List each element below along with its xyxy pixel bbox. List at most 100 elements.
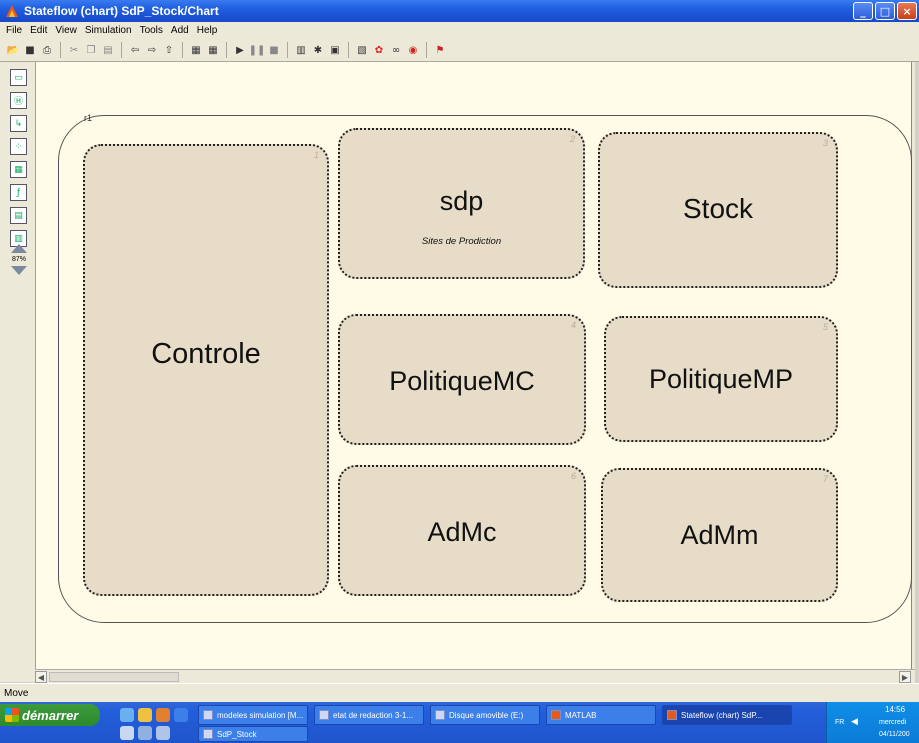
debug-icon[interactable]: ✱ bbox=[311, 43, 325, 57]
clock-date: 04/11/200 bbox=[879, 731, 910, 738]
menu-add[interactable]: Add bbox=[167, 25, 193, 36]
zoom-level: 87% bbox=[11, 256, 26, 263]
cut-icon[interactable]: ✂ bbox=[67, 43, 81, 57]
forward-icon[interactable]: ⇨ bbox=[145, 43, 159, 57]
horizontal-scrollbar[interactable]: ◀ ▶ bbox=[35, 669, 915, 683]
state-name: Stock bbox=[682, 193, 754, 224]
state-number: 7 bbox=[822, 474, 828, 484]
stop-icon[interactable]: ■ bbox=[267, 43, 281, 57]
menu-file[interactable]: File bbox=[2, 25, 26, 36]
task-sdp-stock[interactable]: SdP_Stock bbox=[198, 726, 308, 742]
task-disque-amovible[interactable]: Disque amovible (E:) bbox=[430, 705, 540, 725]
task-label: SdP_Stock bbox=[217, 729, 257, 739]
pause-icon[interactable]: ❚❚ bbox=[249, 43, 266, 57]
menu-help[interactable]: Help bbox=[193, 25, 222, 36]
state-politiquemc[interactable]: 4 PolitiqueMC bbox=[338, 314, 586, 445]
default-transition-icon[interactable]: ↳ bbox=[10, 115, 27, 132]
tray-expand-icon[interactable]: ◀ bbox=[851, 716, 858, 727]
task-matlab[interactable]: MATLAB bbox=[546, 705, 656, 725]
up-icon[interactable]: ⇧ bbox=[162, 43, 176, 57]
connective-junction-icon[interactable]: ⁘ bbox=[10, 138, 27, 155]
state-stock[interactable]: 3 Stock bbox=[598, 132, 838, 288]
state-admc[interactable]: 6 AdMc bbox=[338, 465, 586, 596]
model-icon[interactable]: ▦ bbox=[206, 43, 220, 57]
explorer-icon[interactable]: ▣ bbox=[328, 43, 342, 57]
toolbar-divider bbox=[226, 42, 227, 58]
graphical-function-icon[interactable]: ƒ bbox=[10, 184, 27, 201]
title-bar: Stateflow (chart) SdP_Stock/Chart _ □ × bbox=[0, 0, 919, 22]
drive-icon bbox=[435, 710, 445, 720]
toolbar-divider bbox=[60, 42, 61, 58]
task-modeles-simulation[interactable]: modeles simulation [M... bbox=[198, 705, 308, 725]
copy-icon[interactable]: ❐ bbox=[84, 43, 98, 57]
state-number: 1 bbox=[313, 150, 319, 160]
menu-simulation[interactable]: Simulation bbox=[81, 25, 136, 36]
quicklaunch-window-icon[interactable] bbox=[156, 726, 170, 740]
save-icon[interactable]: ■ bbox=[23, 43, 37, 57]
box-tool-icon[interactable]: ▤ bbox=[10, 207, 27, 224]
quicklaunch-explorer-icon[interactable] bbox=[138, 708, 152, 722]
binoculars-icon[interactable]: ∞ bbox=[389, 43, 403, 57]
window-title: Stateflow (chart) SdP_Stock/Chart bbox=[24, 4, 219, 18]
state-controle[interactable]: 1 Controle bbox=[83, 144, 329, 596]
task-label: modeles simulation [M... bbox=[217, 710, 304, 720]
quicklaunch-ie-icon[interactable] bbox=[120, 708, 134, 722]
status-text: Move bbox=[4, 687, 29, 699]
zoom-in-icon[interactable] bbox=[11, 244, 27, 253]
task-label: etat de redaction 3-1... bbox=[333, 710, 414, 720]
stateflow-icon[interactable]: ✿ bbox=[372, 43, 386, 57]
toolbar-divider bbox=[348, 42, 349, 58]
back-icon[interactable]: ⇦ bbox=[128, 43, 142, 57]
start-button[interactable]: démarrer bbox=[0, 704, 100, 726]
quicklaunch-help-icon[interactable] bbox=[174, 708, 188, 722]
zoom-control[interactable]: 87% bbox=[8, 244, 30, 290]
quicklaunch-media-icon[interactable] bbox=[156, 708, 170, 722]
state-name: AdMc bbox=[427, 517, 497, 547]
toolbar: 📂 ■ ⎙ ✂ ❐ ▤ ⇦ ⇨ ⇧ ▦ ▦ ▶ ❚❚ ■ ▥ ✱ ▣ ▧ ✿ ∞… bbox=[0, 39, 919, 62]
state-name: Controle bbox=[151, 338, 261, 370]
scroll-thumb[interactable] bbox=[49, 672, 179, 682]
clock-time[interactable]: 14:56 bbox=[885, 705, 905, 714]
target-icon[interactable]: ◉ bbox=[406, 43, 420, 57]
menu-edit[interactable]: Edit bbox=[26, 25, 51, 36]
scroll-right-icon[interactable]: ▶ bbox=[899, 671, 911, 683]
zoom-out-icon[interactable] bbox=[11, 266, 27, 275]
library-icon[interactable]: ▦ bbox=[189, 43, 203, 57]
quicklaunch-network-icon[interactable] bbox=[138, 726, 152, 740]
task-label: Stateflow (chart) SdP... bbox=[681, 710, 763, 720]
task-stateflow-chart[interactable]: Stateflow (chart) SdP... bbox=[662, 705, 792, 725]
state-number: 3 bbox=[822, 138, 828, 148]
truth-table-icon[interactable]: ▦ bbox=[10, 161, 27, 178]
windows-logo-icon bbox=[5, 708, 19, 722]
model-explorer-icon[interactable]: ▧ bbox=[355, 43, 369, 57]
menu-tools[interactable]: Tools bbox=[136, 25, 167, 36]
help-icon[interactable]: ⚑ bbox=[433, 43, 447, 57]
close-button[interactable]: × bbox=[897, 2, 917, 20]
state-admm[interactable]: 7 AdMm bbox=[601, 468, 838, 602]
task-label: Disque amovible (E:) bbox=[449, 710, 524, 720]
state-politiquemp[interactable]: 5 PolitiqueMP bbox=[604, 316, 838, 442]
task-label: MATLAB bbox=[565, 710, 597, 720]
document-icon bbox=[203, 710, 213, 720]
state-tool-icon[interactable]: ▭ bbox=[10, 69, 27, 86]
state-number: 5 bbox=[822, 322, 828, 332]
build-icon[interactable]: ▥ bbox=[294, 43, 308, 57]
task-etat-redaction[interactable]: etat de redaction 3-1... bbox=[314, 705, 424, 725]
state-name: sdp bbox=[439, 186, 484, 216]
paste-icon[interactable]: ▤ bbox=[101, 43, 115, 57]
language-indicator[interactable]: FR bbox=[835, 719, 844, 726]
clock-day: mercredi bbox=[879, 719, 907, 726]
quicklaunch-desktop-icon[interactable] bbox=[120, 726, 134, 740]
minimize-button[interactable]: _ bbox=[853, 2, 873, 20]
toolbar-divider bbox=[287, 42, 288, 58]
scroll-left-icon[interactable]: ◀ bbox=[35, 671, 47, 683]
menu-view[interactable]: View bbox=[51, 25, 81, 36]
menu-bar: File Edit View Simulation Tools Add Help bbox=[0, 22, 919, 39]
play-icon[interactable]: ▶ bbox=[233, 43, 247, 57]
history-junction-icon[interactable]: Ⓗ bbox=[10, 92, 27, 109]
maximize-button[interactable]: □ bbox=[875, 2, 895, 20]
open-icon[interactable]: 📂 bbox=[6, 43, 20, 57]
state-sdp[interactable]: 2 sdp Sites de Prodiction bbox=[338, 128, 585, 279]
status-bar: Move bbox=[0, 683, 919, 702]
print-icon[interactable]: ⎙ bbox=[40, 43, 54, 57]
